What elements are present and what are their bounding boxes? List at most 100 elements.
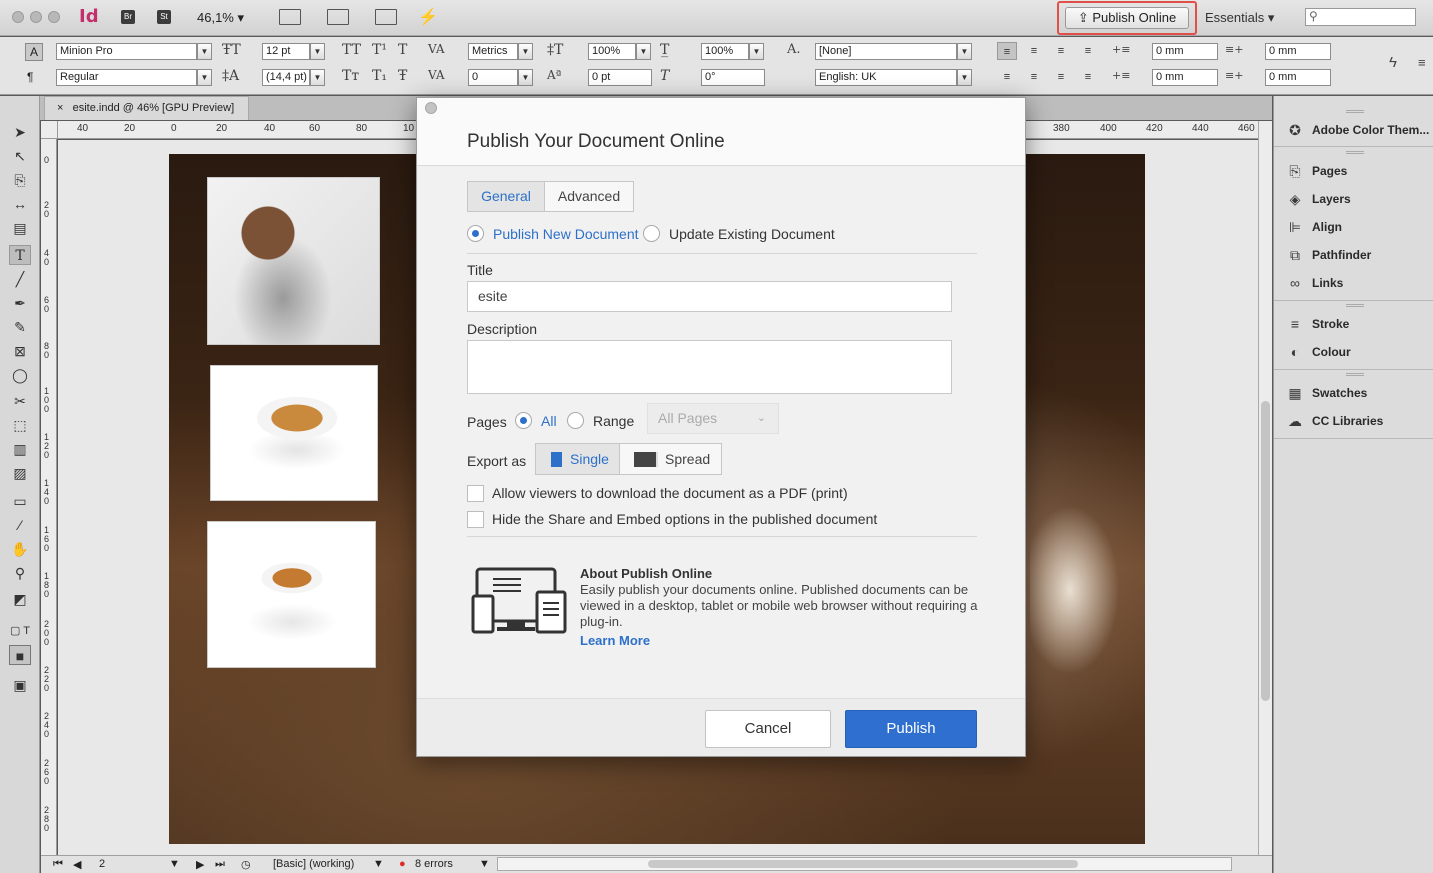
zoom-window-button[interactable]: [48, 11, 60, 23]
dialog-close-button[interactable]: [425, 102, 437, 114]
learn-more-link[interactable]: Learn More: [580, 633, 650, 648]
publish-button[interactable]: Publish: [845, 710, 977, 748]
profile-dropdown-icon[interactable]: ▼: [373, 858, 384, 870]
tracking-field[interactable]: 0: [468, 69, 518, 86]
panel-pathfinder[interactable]: ⧉ Pathfinder: [1274, 242, 1433, 268]
gpu-performance-icon[interactable]: ⚡: [418, 7, 438, 27]
panel-cc-libraries[interactable]: ☁ CC Libraries: [1274, 408, 1433, 434]
language-field[interactable]: English: UK: [815, 69, 957, 86]
font-style-field[interactable]: Regular: [56, 69, 197, 86]
apply-color-icon[interactable]: ■: [9, 645, 31, 665]
tracking-dropdown[interactable]: ▼: [518, 69, 533, 86]
horizontal-scale-dropdown[interactable]: ▼: [749, 43, 764, 60]
panel-group-grip[interactable]: [1346, 110, 1364, 113]
formatting-affects-icon[interactable]: ▢ T: [9, 621, 31, 641]
gradient-feather-tool-icon[interactable]: ▨: [9, 463, 31, 483]
close-tab-icon[interactable]: ×: [57, 102, 63, 114]
justify-center-icon[interactable]: ≡: [1024, 68, 1044, 86]
align-right-icon[interactable]: ≡: [1051, 42, 1071, 60]
ellipse-tool-icon[interactable]: ◯: [9, 365, 31, 385]
vertical-scale-dropdown[interactable]: ▼: [636, 43, 651, 60]
export-single-button[interactable]: Single: [535, 443, 620, 475]
publish-new-radio[interactable]: [467, 225, 484, 242]
export-spread-button[interactable]: Spread: [620, 443, 722, 475]
next-page-icon[interactable]: ▶: [196, 858, 204, 871]
kerning-dropdown[interactable]: ▼: [518, 43, 533, 60]
page-tool-icon[interactable]: ⎘: [9, 170, 31, 190]
panel-swatches[interactable]: ▦ Swatches: [1274, 380, 1433, 406]
font-size-field[interactable]: 12 pt: [262, 43, 310, 60]
panel-menu-icon[interactable]: ≡: [1418, 55, 1426, 70]
publish-online-button[interactable]: ⇪ Publish Online: [1065, 7, 1189, 29]
left-indent-field[interactable]: 0 mm: [1152, 43, 1218, 60]
align-left-icon[interactable]: ≡: [997, 42, 1017, 60]
update-existing-label[interactable]: Update Existing Document: [669, 226, 835, 242]
paragraph-controls-icon[interactable]: ¶: [27, 70, 33, 84]
eyedropper-tool-icon[interactable]: ⁄: [9, 515, 31, 535]
latte-cup-image[interactable]: [210, 365, 378, 501]
subscript-icon[interactable]: T₁: [372, 68, 387, 84]
panel-group-grip[interactable]: [1346, 151, 1364, 154]
font-family-dropdown[interactable]: ▼: [197, 43, 212, 60]
stock-button[interactable]: St: [157, 10, 171, 24]
pages-range-radio[interactable]: [567, 412, 584, 429]
leading-field[interactable]: (14,4 pt): [262, 69, 310, 86]
arrange-documents-icon[interactable]: [375, 9, 397, 25]
kerning-field[interactable]: Metrics: [468, 43, 518, 60]
vertical-ruler[interactable]: 0 20 40 60 80 100 120 140 160 180 200 22…: [41, 139, 57, 855]
small-caps-icon[interactable]: Tт: [342, 68, 359, 84]
publish-new-label[interactable]: Publish New Document: [493, 226, 639, 242]
close-window-button[interactable]: [12, 11, 24, 23]
content-collector-icon[interactable]: ▤: [9, 218, 31, 238]
page-dropdown-icon[interactable]: ▼: [169, 858, 180, 870]
horizontal-scrollbar[interactable]: [497, 857, 1232, 871]
description-textarea[interactable]: [467, 340, 952, 394]
panel-group-grip[interactable]: [1346, 373, 1364, 376]
ruler-origin[interactable]: [41, 121, 58, 139]
bridge-button[interactable]: Br: [121, 10, 135, 24]
hand-tool-icon[interactable]: ✋: [9, 539, 31, 559]
scissors-tool-icon[interactable]: ✂: [9, 391, 31, 411]
align-towards-spine-icon[interactable]: ≡: [1078, 42, 1098, 60]
font-size-dropdown[interactable]: ▼: [310, 43, 325, 60]
pages-all-radio[interactable]: [515, 412, 532, 429]
gap-tool-icon[interactable]: ↔: [9, 194, 31, 214]
open-page-icon[interactable]: ◷: [241, 858, 251, 871]
superscript-icon[interactable]: T¹: [372, 42, 387, 58]
espresso-cup-image[interactable]: [207, 521, 376, 668]
gradient-tool-icon[interactable]: ▥: [9, 439, 31, 459]
page-number-field[interactable]: 2: [99, 858, 105, 870]
screen-mode-normal-icon[interactable]: ▣: [9, 675, 31, 695]
pencil-tool-icon[interactable]: ✎: [9, 317, 31, 337]
free-transform-tool-icon[interactable]: ⬚: [9, 415, 31, 435]
panel-adobe-color-themes[interactable]: ✪ Adobe Color Them...: [1274, 117, 1433, 143]
minimize-window-button[interactable]: [30, 11, 42, 23]
note-tool-icon[interactable]: ▭: [9, 491, 31, 511]
character-style-field[interactable]: [None]: [815, 43, 957, 60]
errors-dropdown-icon[interactable]: ▼: [479, 858, 490, 870]
allow-pdf-checkbox[interactable]: [467, 485, 484, 502]
zoom-tool-icon[interactable]: ⚲: [9, 563, 31, 583]
character-controls-icon[interactable]: A: [25, 43, 43, 61]
search-input[interactable]: ⚲: [1305, 8, 1416, 26]
panel-links[interactable]: ∞ Links: [1274, 270, 1433, 296]
horizontal-scale-field[interactable]: 100%: [701, 43, 749, 60]
panel-pages[interactable]: ⎘ Pages: [1274, 158, 1433, 184]
view-options-icon[interactable]: [279, 9, 301, 25]
underline-icon[interactable]: T: [398, 42, 407, 58]
right-indent-field[interactable]: 0 mm: [1265, 43, 1331, 60]
align-center-icon[interactable]: ≡: [1024, 42, 1044, 60]
justify-left-icon[interactable]: ≡: [997, 68, 1017, 86]
panel-layers[interactable]: ◈ Layers: [1274, 186, 1433, 212]
first-line-indent-field[interactable]: 0 mm: [1152, 69, 1218, 86]
line-tool-icon[interactable]: ╱: [9, 269, 31, 289]
pen-tool-icon[interactable]: ✒: [9, 293, 31, 313]
cancel-button[interactable]: Cancel: [705, 710, 831, 748]
screen-mode-icon[interactable]: [327, 9, 349, 25]
quick-apply-icon[interactable]: ϟ: [1389, 54, 1397, 71]
justify-all-icon[interactable]: ≡: [1078, 68, 1098, 86]
panel-stroke[interactable]: ≡ Stroke: [1274, 311, 1433, 337]
preflight-profile[interactable]: [Basic] (working): [273, 858, 354, 870]
font-style-dropdown[interactable]: ▼: [197, 69, 212, 86]
leading-dropdown[interactable]: ▼: [310, 69, 325, 86]
